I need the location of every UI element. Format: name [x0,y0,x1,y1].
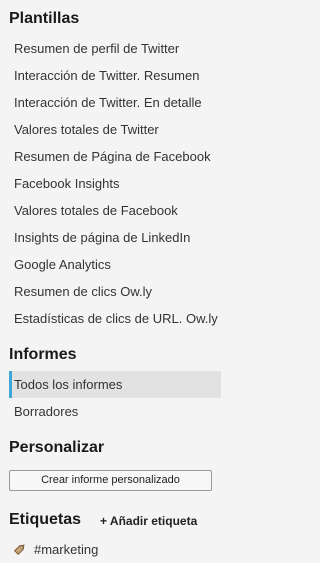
tag-item[interactable]: #marketing [12,540,98,558]
reports-item-drafts[interactable]: Borradores [9,398,221,425]
plantillas-heading: Plantillas [9,10,80,27]
reports-item-all[interactable]: Todos los informes [9,371,221,398]
template-item-google-analytics[interactable]: Google Analytics [9,251,221,278]
template-item-twitter-profile-summary[interactable]: Resumen de perfil de Twitter [9,35,221,62]
add-tag-link[interactable]: + Añadir etiqueta [100,513,197,529]
informes-heading: Informes [9,346,77,363]
template-item-twitter-engagement-detail[interactable]: Interacción de Twitter. En detalle [9,89,221,116]
template-item-twitter-engagement-summary[interactable]: Interacción de Twitter. Resumen [9,62,221,89]
template-item-owly-url-click-stats[interactable]: Estadísticas de clics de URL. Ow.ly [9,305,221,332]
template-item-twitter-totals[interactable]: Valores totales de Twitter [9,116,221,143]
reports-sidebar: Plantillas Resumen de perfil de Twitter … [0,0,232,563]
tag-icon [12,541,28,557]
tag-label: #marketing [34,541,99,557]
create-custom-report-button[interactable]: Crear informe personalizado [9,470,212,491]
etiquetas-heading: Etiquetas [9,511,82,528]
template-item-linkedin-page-insights[interactable]: Insights de página de LinkedIn [9,224,221,251]
template-item-facebook-totals[interactable]: Valores totales de Facebook [9,197,221,224]
template-item-facebook-insights[interactable]: Facebook Insights [9,170,221,197]
personalizar-heading: Personalizar [9,439,105,456]
template-item-owly-clicks-summary[interactable]: Resumen de clics Ow.ly [9,278,221,305]
template-item-facebook-page-summary[interactable]: Resumen de Página de Facebook [9,143,221,170]
